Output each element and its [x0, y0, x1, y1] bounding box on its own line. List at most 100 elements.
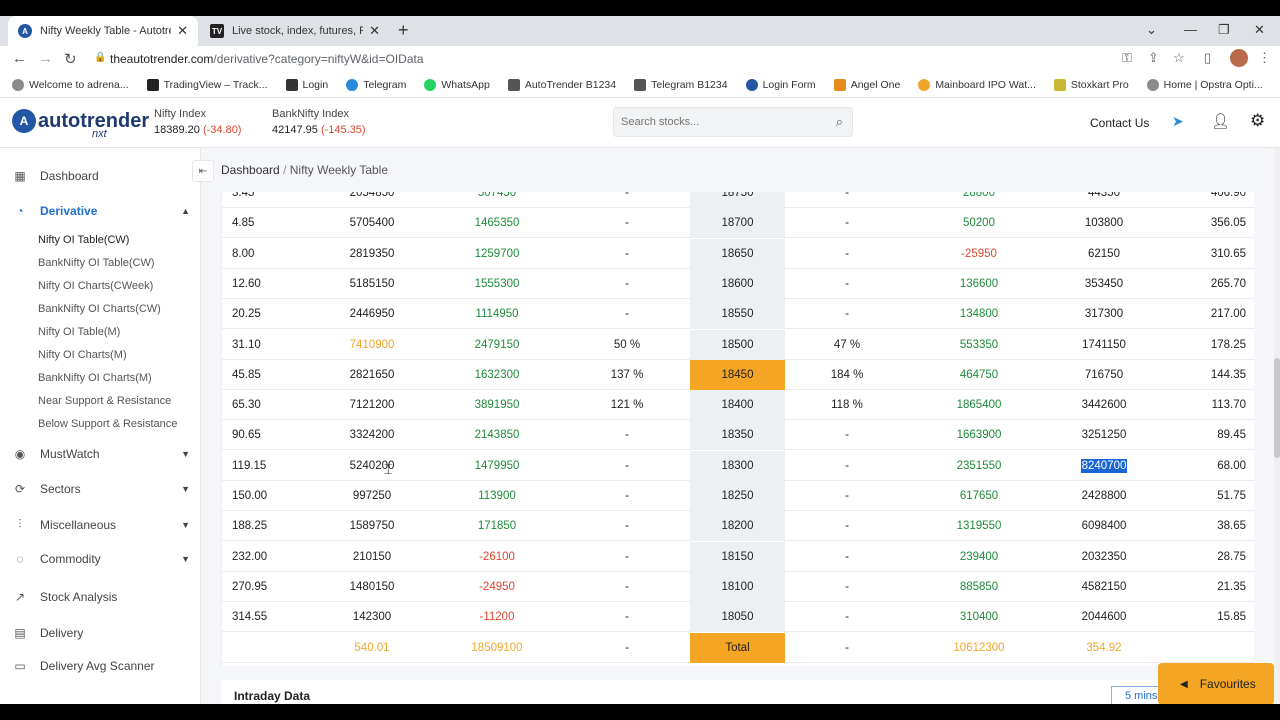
- forward-icon[interactable]: →: [38, 50, 53, 67]
- table-cell: 18650: [690, 238, 785, 269]
- favourites-button[interactable]: ◀ Favourites: [1158, 663, 1274, 704]
- table-cell: 3324200: [349, 429, 395, 442]
- close-icon[interactable]: ✕: [177, 23, 188, 39]
- sidebar-item-stock-analysis[interactable]: ↗ Stock Analysis: [12, 590, 190, 604]
- sidebar-subitem[interactable]: BankNifty OI Charts(CW): [38, 303, 161, 315]
- table-cell: 265.70: [1210, 277, 1246, 290]
- sidebar-item-delivery[interactable]: ▤ Delivery: [12, 626, 190, 640]
- bookmark[interactable]: WhatsApp: [424, 78, 490, 91]
- sidebar-subitem[interactable]: Below Support & Resistance: [38, 418, 177, 430]
- autotrender-favicon-icon: A: [18, 24, 32, 38]
- lock-icon[interactable]: 🔒: [94, 52, 106, 63]
- table-cell: 47 %: [833, 338, 861, 351]
- table-row: 119.15 5240200 1479950 - 18300 - 2351550 824070…: [222, 450, 1254, 481]
- sidebar-subitem[interactable]: Nifty OI Charts(CWeek): [38, 280, 153, 292]
- bookmark[interactable]: Login: [285, 78, 328, 91]
- sidebar-subitem[interactable]: Nifty OI Table(CW): [38, 234, 129, 246]
- telegram-icon: [346, 78, 359, 91]
- table-cell: 507450: [477, 192, 517, 199]
- tab-search-icon[interactable]: ⌄: [1146, 22, 1157, 38]
- sidebar-item-mustwatch[interactable]: ◉ MustWatch ▼: [12, 447, 190, 461]
- sidebar-subitem[interactable]: BankNifty OI Table(CW): [38, 257, 155, 269]
- telegram-b-icon: [634, 78, 647, 91]
- table-cell: -: [845, 641, 849, 654]
- globe-icon: [1146, 78, 1159, 91]
- sidebar-subitem[interactable]: Nifty OI Charts(M): [38, 349, 127, 361]
- contact-us-link[interactable]: Contact Us: [1090, 116, 1149, 130]
- browser-tabstrip: A Nifty Weekly Table - Autotrender ✕ TV …: [0, 16, 1280, 46]
- table-cell: 90.65: [232, 429, 261, 442]
- browser-tab[interactable]: TV Live stock, index, futures, Forex a ✕: [200, 16, 390, 46]
- table-row: 65.30 7121200 3891950 121 % 18400 118 % 186540…: [222, 390, 1254, 421]
- scrollbar-thumb[interactable]: [1274, 358, 1280, 458]
- sidebar-subitem[interactable]: Nifty OI Table(M): [38, 326, 120, 338]
- breadcrumb-root[interactable]: Dashboard: [221, 163, 280, 177]
- bookmark[interactable]: Stoxkart Pro: [1053, 78, 1129, 91]
- bookmark[interactable]: Telegram: [346, 78, 406, 91]
- profile-avatar[interactable]: [1230, 49, 1248, 67]
- table-cell: 553350: [959, 338, 999, 351]
- table-cell: 20.25: [232, 308, 261, 321]
- reload-icon[interactable]: ↻: [64, 50, 77, 68]
- table-cell: 1114950: [475, 308, 519, 321]
- table-row: 12.60 5185150 1555300 - 18600 - 136600 353450 26…: [222, 268, 1254, 299]
- collapse-sidebar-icon[interactable]: ⇤: [192, 160, 214, 182]
- sidebar-item-delivery-avg-scanner[interactable]: ▭ Delivery Avg Scanner: [12, 659, 190, 673]
- sidebar-item-dashboard[interactable]: ▦ Dashboard: [12, 169, 190, 183]
- table-cell: 1259700: [474, 247, 520, 260]
- new-tab-icon[interactable]: +: [398, 20, 409, 41]
- search-icon[interactable]: ⌕: [836, 114, 843, 130]
- user-icon[interactable]: 👤︎: [1211, 112, 1230, 130]
- key-icon[interactable]: ⚿: [1122, 50, 1132, 66]
- url-field[interactable]: theautotrender.com/derivative?category=n…: [110, 52, 424, 66]
- sidepanel-icon[interactable]: ▯: [1204, 50, 1211, 66]
- menu-icon[interactable]: ⋮: [1258, 50, 1271, 66]
- scrollbar[interactable]: [1274, 148, 1280, 704]
- bookmark[interactable]: Login Form: [745, 78, 816, 91]
- sidebar-subitem[interactable]: BankNifty OI Charts(M): [38, 372, 152, 384]
- chevron-down-icon: ▼: [181, 449, 190, 459]
- share-icon[interactable]: ⇪: [1148, 50, 1159, 66]
- bookmark[interactable]: AutoTrender B1234: [507, 78, 616, 91]
- oi-table: 3.45 2054850 507450 - 18750 - 28800 44350 406.90…: [221, 192, 1254, 666]
- sidebar-item-commodity[interactable]: ◌ Commodity ▼: [12, 552, 190, 566]
- table-cell: 68.00: [1217, 459, 1246, 472]
- window-close-icon[interactable]: ✕: [1254, 22, 1265, 38]
- search-input[interactable]: [614, 108, 814, 136]
- bookmark[interactable]: Telegram B1234: [634, 78, 728, 91]
- table-cell: 2143850: [474, 429, 520, 442]
- table-cell: -: [845, 277, 849, 290]
- table-cell: -25950: [961, 247, 997, 260]
- bookmark[interactable]: Mainboard IPO Wat...: [918, 78, 1036, 91]
- autotrender-icon: [507, 78, 520, 91]
- table-cell: -: [625, 611, 629, 624]
- sidebar-item-sectors[interactable]: ⟳ Sectors ▼: [12, 482, 190, 496]
- bookmark[interactable]: Home | Opstra Opti...: [1146, 78, 1263, 91]
- sidebar-item-miscellaneous[interactable]: ⫶ Miscellaneous ▼: [12, 517, 190, 532]
- table-cell: 356.05: [1210, 217, 1246, 230]
- table-cell: 31.10: [232, 338, 261, 351]
- table-cell: 18100: [690, 571, 785, 602]
- minimize-icon[interactable]: —: [1184, 22, 1197, 37]
- table-cell: 3251250: [1081, 429, 1127, 442]
- logo[interactable]: A autotrender: [12, 109, 149, 133]
- sidebar-item-derivative[interactable]: ◔ Derivative ▲: [12, 204, 190, 218]
- bookmark[interactable]: TradingView – Track...: [146, 78, 268, 91]
- star-icon[interactable]: ☆: [1173, 50, 1185, 66]
- table-cell: 2351550: [956, 459, 1002, 472]
- close-icon[interactable]: ✕: [369, 23, 380, 39]
- table-cell: -: [625, 308, 629, 321]
- table-cell: 6098400: [1081, 520, 1127, 533]
- caret-left-icon: ◀: [1180, 678, 1188, 690]
- back-icon[interactable]: ←: [12, 50, 27, 67]
- table-cell: 3.45: [232, 192, 255, 199]
- table-cell: 617650: [959, 490, 999, 502]
- sidebar-subitem[interactable]: Near Support & Resistance: [38, 395, 171, 407]
- table-cell: 354.92: [1086, 641, 1122, 654]
- maximize-icon[interactable]: ❐: [1218, 22, 1230, 38]
- browser-tab-active[interactable]: A Nifty Weekly Table - Autotrender ✕: [8, 16, 198, 46]
- telegram-icon[interactable]: ➤: [1172, 113, 1184, 130]
- bookmark[interactable]: Angel One: [833, 78, 900, 91]
- gear-icon[interactable]: ⚙: [1250, 111, 1265, 131]
- bookmark[interactable]: Welcome to adrena...: [12, 78, 129, 91]
